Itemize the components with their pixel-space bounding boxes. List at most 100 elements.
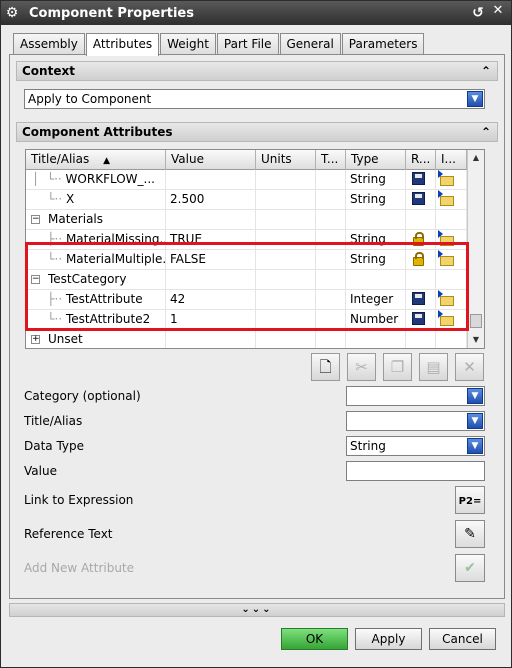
chevron-down-icon[interactable]: ▼ xyxy=(467,388,483,404)
dialog-title: Component Properties xyxy=(29,5,194,21)
chevron-down-icon[interactable]: ▼ xyxy=(467,91,483,107)
column-units[interactable]: Units xyxy=(256,150,316,170)
collapse-icon[interactable]: ⌃ xyxy=(481,62,491,80)
table-scrollbar[interactable]: ▲ ▼ xyxy=(467,150,484,348)
new-attribute-button[interactable]: 🗋 xyxy=(311,353,340,381)
tab-parameters[interactable]: Parameters xyxy=(341,33,425,55)
component-attributes-label: Component Attributes xyxy=(22,125,173,139)
title-bar: ⚙ Component Properties ↺ ✕ xyxy=(1,1,511,25)
cut-button[interactable]: ✂ xyxy=(347,353,376,381)
reference-text-button[interactable]: ✎ xyxy=(455,520,485,548)
column-type[interactable]: Type xyxy=(346,150,406,170)
table-row[interactable]: − Materials xyxy=(26,210,467,230)
scroll-thumb[interactable] xyxy=(470,314,482,328)
save-icon[interactable] xyxy=(412,172,425,185)
folder-icon[interactable] xyxy=(438,290,454,306)
tab-weight[interactable]: Weight xyxy=(160,33,216,55)
table-row[interactable]: ├·· MaterialMissing... TRUE String xyxy=(26,230,467,250)
table-row[interactable]: ├·· TestAttribute 42 Integer xyxy=(26,290,467,310)
collapse-toggle-icon[interactable]: − xyxy=(31,215,40,224)
attributes-table[interactable]: Title/Alias ▲ Value Units T... Type R...… xyxy=(25,149,485,349)
table-row[interactable]: │ └·· WORKFLOW_... String xyxy=(26,170,467,190)
collapse-icon[interactable]: ⌃ xyxy=(481,123,491,141)
category-select[interactable]: ▼ xyxy=(346,386,485,406)
expand-more-handle[interactable]: ⌄⌄⌄ xyxy=(9,603,505,617)
save-icon[interactable] xyxy=(412,292,425,305)
row-value: FALSE xyxy=(166,250,256,270)
row-title: TestAttribute xyxy=(65,292,143,306)
column-i[interactable]: I... xyxy=(436,150,467,170)
tab-part-file[interactable]: Part File xyxy=(216,33,279,55)
link-expression-label: Link to Expression xyxy=(24,493,134,507)
folder-icon[interactable] xyxy=(438,190,454,206)
scissors-icon: ✂ xyxy=(355,358,368,376)
row-title: Unset xyxy=(48,332,83,346)
chevron-down-icon: ⌄⌄⌄ xyxy=(241,604,273,615)
table-row[interactable]: └·· X 2.500 String xyxy=(26,190,467,210)
table-header: Title/Alias ▲ Value Units T... Type R...… xyxy=(26,150,467,170)
apply-button[interactable]: Apply xyxy=(355,628,422,650)
scroll-down-icon[interactable]: ▼ xyxy=(468,332,484,348)
paste-button[interactable]: ▤ xyxy=(419,353,448,381)
tree-connector: └·· xyxy=(32,312,63,326)
data-type-label: Data Type xyxy=(24,439,85,453)
context-group-header[interactable]: Context ⌃ xyxy=(16,61,498,81)
row-value: 42 xyxy=(166,290,256,310)
row-title: TestAttribute2 xyxy=(65,312,151,326)
ok-button[interactable]: OK xyxy=(281,628,348,650)
reference-text-label: Reference Text xyxy=(24,527,113,541)
category-label: Category (optional) xyxy=(24,389,141,403)
value-input[interactable] xyxy=(346,461,485,481)
lock-icon xyxy=(413,252,424,266)
component-properties-dialog: ⚙ Component Properties ↺ ✕ Assembly Attr… xyxy=(0,0,512,668)
row-value: 2.500 xyxy=(166,190,256,210)
folder-icon[interactable] xyxy=(438,170,454,186)
close-icon[interactable]: ✕ xyxy=(488,3,508,23)
tab-general[interactable]: General xyxy=(279,33,341,55)
folder-icon[interactable] xyxy=(438,230,454,246)
scroll-up-icon[interactable]: ▲ xyxy=(468,150,484,166)
table-row[interactable]: └·· MaterialMultiple... FALSE String xyxy=(26,250,467,270)
cancel-button[interactable]: Cancel xyxy=(429,628,496,650)
row-value: 1 xyxy=(166,310,256,330)
add-new-attribute-button[interactable]: ✔ xyxy=(455,554,485,582)
component-attributes-header[interactable]: Component Attributes ⌃ xyxy=(16,122,498,142)
save-icon[interactable] xyxy=(412,312,425,325)
row-type: String xyxy=(346,170,406,190)
row-title: MaterialMissing... xyxy=(65,232,166,246)
tab-assembly[interactable]: Assembly xyxy=(13,33,85,55)
column-t[interactable]: T... xyxy=(316,150,346,170)
lock-icon xyxy=(413,232,424,246)
table-row[interactable]: + Unset xyxy=(26,330,467,348)
table-row[interactable]: − TestCategory xyxy=(26,270,467,290)
gear-icon[interactable]: ⚙ xyxy=(1,5,23,21)
delete-button[interactable]: ✕ xyxy=(455,353,484,381)
chevron-down-icon[interactable]: ▼ xyxy=(467,413,483,429)
row-type: Integer xyxy=(346,290,406,310)
copy-button[interactable]: ❐ xyxy=(383,353,412,381)
table-row[interactable]: └·· TestAttribute2 1 Number xyxy=(26,310,467,330)
edit-text-icon: ✎ xyxy=(464,526,476,542)
folder-icon[interactable] xyxy=(438,310,454,326)
sort-ascending-icon: ▲ xyxy=(103,156,110,166)
data-type-select[interactable]: String ▼ xyxy=(346,436,485,456)
expand-toggle-icon[interactable]: + xyxy=(31,335,40,344)
link-expression-button[interactable]: P2= xyxy=(455,486,485,514)
row-value xyxy=(166,170,256,190)
reset-icon[interactable]: ↺ xyxy=(468,5,488,21)
tab-attributes[interactable]: Attributes xyxy=(85,33,160,56)
row-title: WORKFLOW_... xyxy=(65,172,155,186)
chevron-down-icon[interactable]: ▼ xyxy=(467,438,483,454)
title-alias-select[interactable]: ▼ xyxy=(346,411,485,431)
collapse-toggle-icon[interactable]: − xyxy=(31,275,40,284)
column-title-alias[interactable]: Title/Alias ▲ xyxy=(26,150,166,170)
add-new-attribute-label: Add New Attribute xyxy=(24,561,135,575)
apply-to-value: Apply to Component xyxy=(28,92,152,106)
apply-to-select[interactable]: Apply to Component ▼ xyxy=(24,89,485,109)
column-value[interactable]: Value xyxy=(166,150,256,170)
column-r[interactable]: R... xyxy=(406,150,436,170)
folder-icon[interactable] xyxy=(438,250,454,266)
context-header-label: Context xyxy=(22,64,75,78)
save-icon[interactable] xyxy=(412,192,425,205)
tree-connector: └·· xyxy=(32,192,63,206)
